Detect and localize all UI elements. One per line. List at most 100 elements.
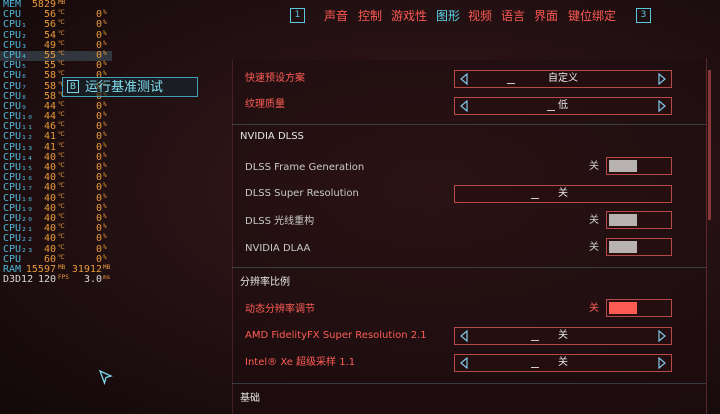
osd-unit: ℃ [58, 172, 65, 180]
section-dlss: NVIDIA DLSS [240, 131, 304, 142]
osd-unit: ℃ [58, 192, 65, 200]
performance-overlay: MEM 5829 MB CPU 56 ℃ 0% CPU₁ 56 ℃ 0% CPU₂ 54 ℃ 0% CPU₃ 4… [0, 0, 112, 285]
osd-unit: % [103, 182, 107, 190]
osd-unit: ms [103, 274, 111, 282]
toggle-knob [609, 302, 637, 314]
arrow-right-icon[interactable] [657, 357, 667, 369]
osd-unit: % [103, 253, 107, 261]
arrow-right-icon[interactable] [657, 330, 667, 342]
arrow-right-icon[interactable] [657, 100, 667, 112]
osd-unit: ℃ [58, 100, 65, 108]
tab-interface[interactable]: 界面 [534, 8, 558, 24]
osd-unit: ℃ [58, 243, 65, 251]
fsr-value: 关 [558, 330, 568, 341]
osd-unit: ℃ [58, 151, 65, 159]
osd-unit: ℃ [58, 121, 65, 129]
tab-gameplay[interactable]: 游戏性 [391, 8, 427, 24]
dynamic-resolution-state: 关 [589, 303, 599, 314]
osd-unit: % [103, 151, 107, 159]
fsr-selector[interactable]: 关 [454, 327, 672, 345]
osd-value: 0 [95, 233, 102, 245]
osd-unit: % [103, 111, 107, 119]
dynamic-resolution-toggle[interactable] [606, 299, 672, 317]
osd-unit: % [103, 9, 107, 17]
osd-unit: ℃ [58, 19, 65, 27]
ray-reconstruction-toggle[interactable] [606, 211, 672, 229]
osd-unit: % [103, 172, 107, 180]
osd-unit: % [103, 233, 107, 241]
texture-quality-selector[interactable]: 低 [454, 97, 672, 115]
osd-unit: ℃ [58, 162, 65, 169]
osd-unit: % [103, 100, 107, 108]
super-resolution-value: 关 [558, 188, 568, 199]
osd-unit: % [103, 243, 107, 251]
panel-border [706, 58, 707, 414]
osd-unit: % [103, 29, 107, 37]
osd-unit: % [103, 202, 107, 210]
tab-controls[interactable]: 控制 [358, 8, 382, 24]
osd-unit: ℃ [58, 223, 65, 231]
toggle-knob [609, 214, 637, 226]
dlaa-state: 关 [589, 242, 599, 253]
osd-value: 40 [43, 233, 56, 245]
osd-label: CPU₂₂ [3, 233, 34, 245]
texture-quality-value: 低 [558, 100, 568, 111]
texture-quality-label: 纹理质量 [245, 99, 285, 110]
tab-graphics[interactable]: 图形 [436, 8, 460, 24]
xess-selector[interactable]: 关 [454, 354, 672, 372]
frame-generation-label: DLSS Frame Generation [245, 162, 365, 173]
nav-next-key-hint[interactable]: 3 [636, 8, 651, 23]
osd-unit: ℃ [58, 29, 65, 37]
osd-unit: ℃ [58, 233, 65, 241]
fsr-label: AMD FidelityFX Super Resolution 2.1 [245, 330, 427, 341]
osd-unit: ℃ [58, 212, 65, 220]
tab-sound[interactable]: 声音 [324, 8, 348, 24]
quick-preset-label: 快速预设方案 [245, 73, 305, 84]
osd-unit: % [103, 162, 107, 169]
osd-unit: ℃ [58, 39, 65, 47]
dlaa-toggle[interactable] [606, 238, 672, 256]
arrow-right-icon[interactable] [657, 73, 667, 85]
osd-unit: MB [58, 0, 66, 6]
super-resolution-selector[interactable]: 关 [454, 185, 672, 203]
toggle-knob [609, 160, 637, 172]
section-divider [232, 383, 706, 384]
toggle-knob [609, 241, 637, 253]
osd-unit: % [103, 212, 107, 220]
mouse-cursor-icon [98, 369, 113, 385]
osd-unit: % [103, 39, 107, 47]
xess-label: Intel® Xe 超级采样 1.1 [245, 357, 356, 368]
osd-value: 58 [43, 70, 56, 82]
section-resolution-scaling: 分辨率比例 [240, 277, 290, 288]
osd-unit: ℃ [58, 9, 65, 17]
osd-label: CPU₆ [3, 70, 28, 82]
osd-unit: ℃ [58, 141, 65, 149]
tab-language[interactable]: 语言 [501, 8, 525, 24]
super-resolution-label: DLSS Super Resolution [245, 188, 359, 199]
osd-unit: % [103, 131, 107, 139]
section-basic: 基础 [240, 393, 260, 404]
frame-generation-toggle[interactable] [606, 157, 672, 175]
osd-value: 3.0 [83, 274, 102, 286]
osd-unit: % [103, 121, 107, 129]
run-benchmark-button[interactable]: B 运行基准测试 [62, 77, 198, 97]
osd-unit: ℃ [58, 131, 65, 139]
quick-preset-selector[interactable]: 自定义 [454, 70, 672, 88]
dynamic-resolution-label: 动态分辨率调节 [245, 304, 315, 315]
osd-value: 120 [37, 274, 56, 286]
osd-unit: ℃ [58, 49, 65, 57]
dlaa-label: NVIDIA DLAA [245, 243, 311, 254]
osd-unit: ℃ [58, 253, 65, 261]
osd-unit: % [103, 141, 107, 149]
osd-unit: % [103, 49, 107, 57]
frame-generation-state: 关 [589, 161, 599, 172]
scrollbar[interactable] [708, 70, 711, 220]
tab-video[interactable]: 视频 [468, 8, 492, 24]
tab-keybindings[interactable]: 键位绑定 [568, 8, 616, 24]
nav-prev-key-hint[interactable]: 1 [290, 8, 305, 23]
osd-unit: % [103, 223, 107, 231]
osd-row: CPU₂₂ 40 ℃ 0% [0, 233, 112, 245]
osd-unit: % [103, 60, 107, 68]
osd-label: D3D12 [3, 274, 34, 286]
section-divider [232, 124, 706, 125]
